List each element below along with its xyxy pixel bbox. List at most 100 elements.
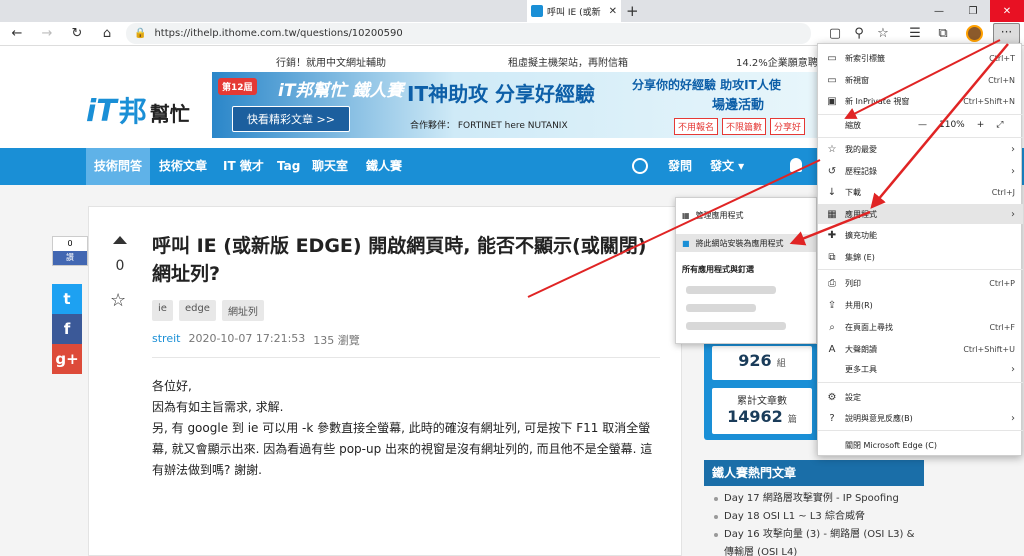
twitter-share-icon[interactable]: t <box>52 284 82 314</box>
maximize-button[interactable]: ❐ <box>956 0 990 22</box>
body-paragraph: 各位好, <box>152 379 192 393</box>
nav-post-button[interactable]: 發文 ▾ <box>702 148 752 185</box>
install-site-as-app-item[interactable]: ■ 將此網站安裝為應用程式 <box>676 234 816 252</box>
menu-extensions[interactable]: ✚ 擴充功能 <box>818 225 1023 245</box>
apps-submenu: ▦ 管理應用程式 ■ 將此網站安裝為應用程式 所有應用程式與釘選 <box>675 197 817 344</box>
new-tab-icon: ▭ <box>827 52 837 64</box>
bell-icon[interactable] <box>790 158 802 172</box>
upvote-icon[interactable] <box>113 236 127 244</box>
zoom-in-button[interactable]: + <box>977 120 985 130</box>
close-window-button[interactable]: ✕ <box>990 0 1024 22</box>
lock-icon: 🔒 <box>134 28 147 39</box>
nav-tag[interactable]: Tag <box>269 148 308 185</box>
tag-chip[interactable]: edge <box>178 300 216 321</box>
fb-like-box[interactable]: 0 讚 <box>52 236 88 266</box>
banner-read-button[interactable]: 快看精彩文章 >> <box>232 106 350 132</box>
zoom-out-button[interactable]: — <box>918 120 927 130</box>
question-body: 各位好, 因為有如主旨需求, 求解. 另, 有 google 到 ie 可以用 … <box>152 376 662 481</box>
extensions-icon: ✚ <box>827 229 837 241</box>
menu-apps[interactable]: ▦ 應用程式 › <box>818 204 1023 224</box>
favorite-star-icon[interactable]: ☆ <box>874 25 892 43</box>
nav-ironman[interactable]: 鐵人賽 <box>358 148 410 185</box>
site-favicon-icon: ■ <box>682 238 690 248</box>
read-aloud-icon: A <box>828 343 836 355</box>
menu-read-aloud[interactable]: A 大聲朗讀 Ctrl+Shift+U <box>818 339 1023 359</box>
menu-more-tools[interactable]: 更多工具 › <box>818 359 1023 379</box>
minimize-button[interactable]: — <box>922 0 956 22</box>
blurred-app-entry <box>686 304 756 312</box>
nav-jobs[interactable]: IT 徵才 <box>215 148 272 185</box>
ironman-banner[interactable]: 第12屆 iT邦幫忙 鐵人賽 快看精彩文章 >> IT神助攻 分享好經驗 合作夥… <box>212 72 818 138</box>
question-title: 呼叫 IE (或新版 EDGE) 開啟網頁時, 能否不顯示(或關閉)網址列? <box>152 235 647 285</box>
share-icon: ⇪ <box>827 299 837 311</box>
fullscreen-icon[interactable]: ⤢ <box>996 120 1003 130</box>
ad-link-3[interactable]: 14.2%企業願意聘 <box>736 54 818 69</box>
back-icon[interactable]: ← <box>8 25 26 43</box>
ad-link-1[interactable]: 行銷！就用中文網址輔助 <box>276 54 386 69</box>
menu-close-edge[interactable]: 關閉 Microsoft Edge (C) <box>818 435 1023 455</box>
bookmark-star-icon[interactable]: ☆ <box>110 290 126 311</box>
url-text: https://ithelp.ithome.com.tw/questions/1… <box>154 28 403 39</box>
install-site-label: 將此網站安裝為應用程式 <box>695 238 784 248</box>
blurred-app-entry <box>686 286 776 294</box>
ad-link-2[interactable]: 租虛擬主機架站，再附信箱 <box>508 54 628 69</box>
nav-ask-button[interactable]: 發問 <box>660 148 700 185</box>
print-icon: ⎙ <box>828 277 836 289</box>
tag-chip[interactable]: 網址列 <box>221 300 264 321</box>
browser-tab[interactable]: 呼叫 IE (或新 ✕ <box>527 0 621 22</box>
menu-print[interactable]: ⎙ 列印 Ctrl+P <box>818 273 1023 293</box>
menu-settings[interactable]: ⚙ 設定 <box>818 387 1023 407</box>
menu-history[interactable]: ↺ 歷程記錄 › <box>818 161 1023 181</box>
facebook-share-icon[interactable]: f <box>52 314 82 344</box>
menu-downloads[interactable]: ↓ 下載 Ctrl+J <box>818 182 1023 202</box>
favorites-bar-icon[interactable]: ☰ <box>906 25 924 43</box>
profile-avatar[interactable] <box>966 25 983 42</box>
new-tab-button[interactable]: + <box>626 2 639 20</box>
like-button[interactable]: 讚 <box>53 251 87 265</box>
menu-favorites[interactable]: ☆ 我的最愛 › <box>818 139 1023 159</box>
google-plus-share-icon[interactable]: g+ <box>52 344 82 374</box>
team-count-unit: 組 <box>776 359 786 369</box>
settings-more-button[interactable]: ··· <box>993 23 1020 44</box>
list-item[interactable]: Day 17 網路層攻擊實例 - IP Spoofing <box>704 490 924 508</box>
gear-icon: ⚙ <box>827 391 837 403</box>
menu-help[interactable]: ? 說明與意見反應(B) › <box>818 408 1023 428</box>
article-count-unit: 篇 <box>787 415 797 425</box>
menu-new-inprivate[interactable]: ▣ 新 InPrivate 視窗 Ctrl+Shift+N <box>818 91 1023 111</box>
ironman-stats: 926 組 累計文章數 14962 篇 <box>704 336 820 440</box>
article-count-value: 14962 <box>727 407 783 426</box>
like-count: 0 <box>67 239 73 248</box>
logo-it: iT <box>86 94 117 129</box>
menu-share[interactable]: ⇪ 共用(R) <box>818 295 1023 315</box>
search-icon[interactable] <box>632 158 648 174</box>
address-bar[interactable]: 🔒 https://ithelp.ithome.com.tw/questions… <box>126 23 811 44</box>
home-icon[interactable]: ⌂ <box>98 25 116 43</box>
banner-right-text: 分享你的好經驗 助攻IT人使 <box>632 78 781 92</box>
refresh-icon[interactable]: ↻ <box>68 25 86 43</box>
list-item[interactable]: Day 16 攻擊向量 (3) - 網路層 (OSI L3) & 傳輸層 (OS… <box>704 526 924 556</box>
site-logo[interactable]: iT 邦 幫忙 <box>86 90 190 130</box>
question-tags: ie edge 網址列 <box>152 300 264 321</box>
forward-icon[interactable]: → <box>38 25 56 43</box>
nav-chatroom[interactable]: 聊天室 <box>304 148 356 185</box>
nav-articles[interactable]: 技術文章 <box>151 148 215 185</box>
zoom-icon[interactable]: ⚲ <box>850 25 868 43</box>
menu-new-window[interactable]: ▭ 新視窗 Ctrl+N <box>818 70 1023 90</box>
menu-collections[interactable]: ⧉ 集錦 (E) <box>818 247 1023 267</box>
author-link[interactable]: streit <box>152 332 180 348</box>
apps-grid-icon: ▦ <box>682 211 690 220</box>
team-count-value: 926 <box>738 351 772 370</box>
menu-zoom: 縮放 — 110% + ⤢ <box>818 115 1023 135</box>
reading-view-icon[interactable]: ▢ <box>826 25 844 43</box>
list-item[interactable]: Day 18 OSI L1 ~ L3 綜合威脅 <box>704 508 924 526</box>
zoom-controls: — 110% + ⤢ <box>918 115 1003 135</box>
tab-close-icon[interactable]: ✕ <box>609 6 617 17</box>
nav-questions[interactable]: 技術問答 <box>86 148 151 185</box>
logo-bang: 邦 <box>118 95 147 128</box>
menu-find[interactable]: ⌕ 在頁面上尋找 Ctrl+F <box>818 317 1023 337</box>
banner-tag: 分享好 <box>770 118 806 135</box>
tag-chip[interactable]: ie <box>152 300 173 321</box>
menu-new-tab[interactable]: ▭ 新索引標籤 Ctrl+T <box>818 48 1023 68</box>
collections-icon[interactable]: ⧉ <box>934 25 952 43</box>
manage-apps-item[interactable]: ▦ 管理應用程式 <box>682 210 744 221</box>
